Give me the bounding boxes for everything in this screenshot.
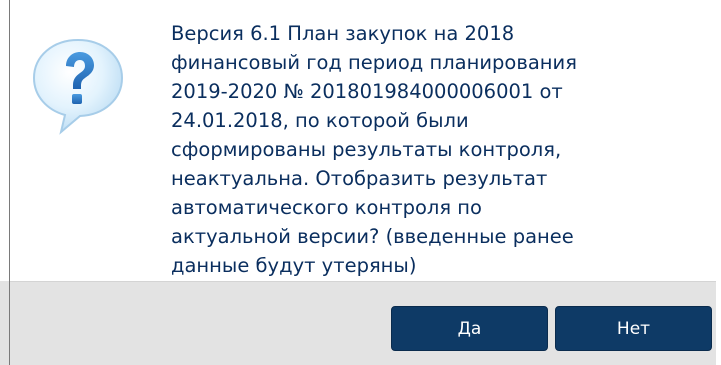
no-button[interactable]: Нет xyxy=(555,306,712,351)
dialog-right-border xyxy=(716,0,721,365)
question-icon xyxy=(32,38,124,135)
confirm-dialog: Версия 6.1 План закупок на 2018 финансов… xyxy=(0,0,721,365)
dialog-left-footer xyxy=(0,281,9,365)
dialog-message: Версия 6.1 План закупок на 2018 финансов… xyxy=(171,22,577,277)
yes-button[interactable]: Да xyxy=(391,306,548,351)
